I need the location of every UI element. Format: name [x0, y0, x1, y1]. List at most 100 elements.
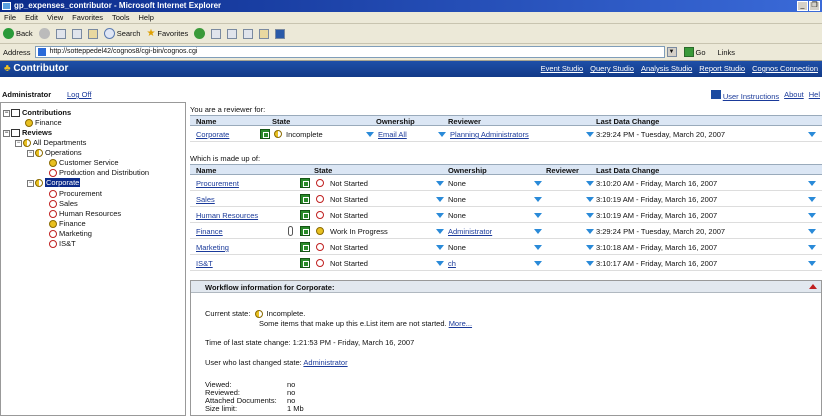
links-button[interactable]: Links	[718, 48, 736, 57]
more-link[interactable]: More...	[449, 319, 472, 328]
tree-all-departments[interactable]: − All Departments	[15, 138, 86, 148]
change-dropdown-icon[interactable]	[586, 181, 594, 186]
ownership-dropdown-icon[interactable]	[436, 181, 444, 186]
address-input[interactable]: http://sotteppedel42/cognos8/cgi-bin/cog…	[34, 46, 665, 58]
event-studio-link[interactable]: Event Studio	[541, 64, 584, 73]
change-dropdown-icon[interactable]	[586, 132, 594, 137]
reviewer-dropdown-icon[interactable]	[534, 245, 542, 250]
ownership-dropdown-icon[interactable]	[436, 197, 444, 202]
excel-icon[interactable]	[300, 226, 310, 236]
collapse-toggle-icon[interactable]: −	[27, 149, 34, 157]
change-dropdown-icon[interactable]	[586, 213, 594, 218]
row-menu-icon[interactable]	[808, 181, 816, 186]
help-link[interactable]: Hel	[809, 90, 820, 101]
ownership-dropdown-icon[interactable]	[436, 245, 444, 250]
menu-edit[interactable]: Edit	[25, 12, 38, 23]
collapse-arrow-icon[interactable]	[809, 284, 817, 289]
logoff-link[interactable]: Log Off	[67, 90, 91, 99]
ownership-link[interactable]: ch	[448, 259, 456, 268]
analysis-studio-link[interactable]: Analysis Studio	[641, 64, 692, 73]
go-button[interactable]: Go	[683, 47, 706, 57]
excel-icon[interactable]	[300, 258, 310, 268]
collapse-toggle-icon[interactable]: −	[15, 139, 22, 147]
ownership-dropdown-icon[interactable]	[366, 132, 374, 137]
row-name-link[interactable]: Human Resources	[196, 211, 258, 220]
history-icon[interactable]	[211, 28, 222, 39]
tree-reviews[interactable]: − Reviews	[3, 128, 52, 138]
stop-icon[interactable]	[55, 28, 66, 39]
row-name-link[interactable]: Sales	[196, 195, 215, 204]
row-name-link[interactable]: Marketing	[196, 243, 229, 252]
row-name-link[interactable]: Finance	[196, 227, 223, 236]
tree-finance[interactable]: Finance	[49, 219, 86, 229]
tree-contributions[interactable]: − Contributions	[3, 108, 71, 118]
reviewer-link[interactable]: Planning Administrators	[450, 130, 529, 139]
menu-file[interactable]: File	[4, 12, 16, 23]
tree-customer-service[interactable]: Customer Service	[49, 158, 119, 168]
messenger-icon[interactable]	[275, 28, 286, 39]
tree-operations[interactable]: − Operations	[27, 148, 82, 158]
ownership-link[interactable]: Email All	[378, 130, 407, 139]
refresh-icon[interactable]	[71, 28, 82, 39]
ownership-dropdown-icon[interactable]	[436, 213, 444, 218]
row-menu-icon[interactable]	[808, 197, 816, 202]
change-dropdown-icon[interactable]	[586, 245, 594, 250]
address-dropdown-icon[interactable]: ▼	[666, 47, 677, 57]
ownership-link[interactable]: Administrator	[448, 227, 492, 236]
row-name-link[interactable]: IS&T	[196, 259, 213, 268]
back-button[interactable]: Back	[3, 28, 33, 39]
tree-corporate[interactable]: − Corporate	[27, 178, 81, 188]
maximize-button[interactable]: ❐	[809, 1, 820, 11]
reviewer-dropdown-icon[interactable]	[534, 197, 542, 202]
media-icon[interactable]	[194, 28, 206, 39]
tree-marketing[interactable]: Marketing	[49, 229, 92, 239]
reviewer-dropdown-icon[interactable]	[534, 181, 542, 186]
row-name-link[interactable]: Procurement	[196, 179, 239, 188]
collapse-toggle-icon[interactable]: −	[27, 179, 34, 187]
change-dropdown-icon[interactable]	[586, 197, 594, 202]
search-button[interactable]: Search	[103, 28, 140, 39]
tree-isst[interactable]: IS&T	[49, 239, 76, 249]
tree-production[interactable]: Production and Distribution	[49, 168, 149, 178]
folder-icon[interactable]	[259, 28, 270, 39]
reviewer-dropdown-icon[interactable]	[438, 132, 446, 137]
reviewer-dropdown-icon[interactable]	[534, 213, 542, 218]
excel-icon[interactable]	[300, 242, 310, 252]
about-link[interactable]: About	[784, 90, 804, 101]
row-menu-icon[interactable]	[808, 229, 816, 234]
row-name-link[interactable]: Corporate	[196, 130, 229, 139]
row-menu-icon[interactable]	[808, 132, 816, 137]
query-studio-link[interactable]: Query Studio	[590, 64, 634, 73]
reviewer-dropdown-icon[interactable]	[534, 229, 542, 234]
menu-tools[interactable]: Tools	[112, 12, 130, 23]
collapse-toggle-icon[interactable]: −	[3, 129, 10, 137]
user-instructions-link[interactable]: User Instructions	[710, 90, 779, 101]
tree-sales[interactable]: Sales	[49, 199, 78, 209]
tree-contribution-finance[interactable]: Finance	[25, 118, 62, 128]
row-menu-icon[interactable]	[808, 213, 816, 218]
forward-arrow-icon[interactable]	[38, 28, 50, 39]
menu-help[interactable]: Help	[139, 12, 154, 23]
menu-favorites[interactable]: Favorites	[72, 12, 103, 23]
excel-icon[interactable]	[260, 129, 270, 139]
minimize-button[interactable]: _	[797, 1, 808, 11]
row-menu-icon[interactable]	[808, 261, 816, 266]
change-dropdown-icon[interactable]	[586, 261, 594, 266]
tree-human-resources[interactable]: Human Resources	[49, 209, 121, 219]
report-studio-link[interactable]: Report Studio	[699, 64, 745, 73]
excel-icon[interactable]	[300, 210, 310, 220]
print-icon[interactable]	[243, 28, 254, 39]
favorites-button[interactable]: ★ Favorites	[146, 28, 188, 39]
tree-procurement[interactable]: Procurement	[49, 189, 102, 199]
attachment-icon[interactable]	[288, 226, 293, 236]
reviewer-dropdown-icon[interactable]	[534, 261, 542, 266]
collapse-toggle-icon[interactable]: −	[3, 109, 10, 117]
menu-view[interactable]: View	[47, 12, 63, 23]
home-icon[interactable]	[87, 28, 98, 39]
cognos-connection-link[interactable]: Cognos Connection	[752, 64, 818, 73]
row-menu-icon[interactable]	[808, 245, 816, 250]
mail-icon[interactable]	[227, 28, 238, 39]
last-changed-user-link[interactable]: Administrator	[303, 358, 347, 367]
excel-icon[interactable]	[300, 194, 310, 204]
ownership-dropdown-icon[interactable]	[436, 229, 444, 234]
